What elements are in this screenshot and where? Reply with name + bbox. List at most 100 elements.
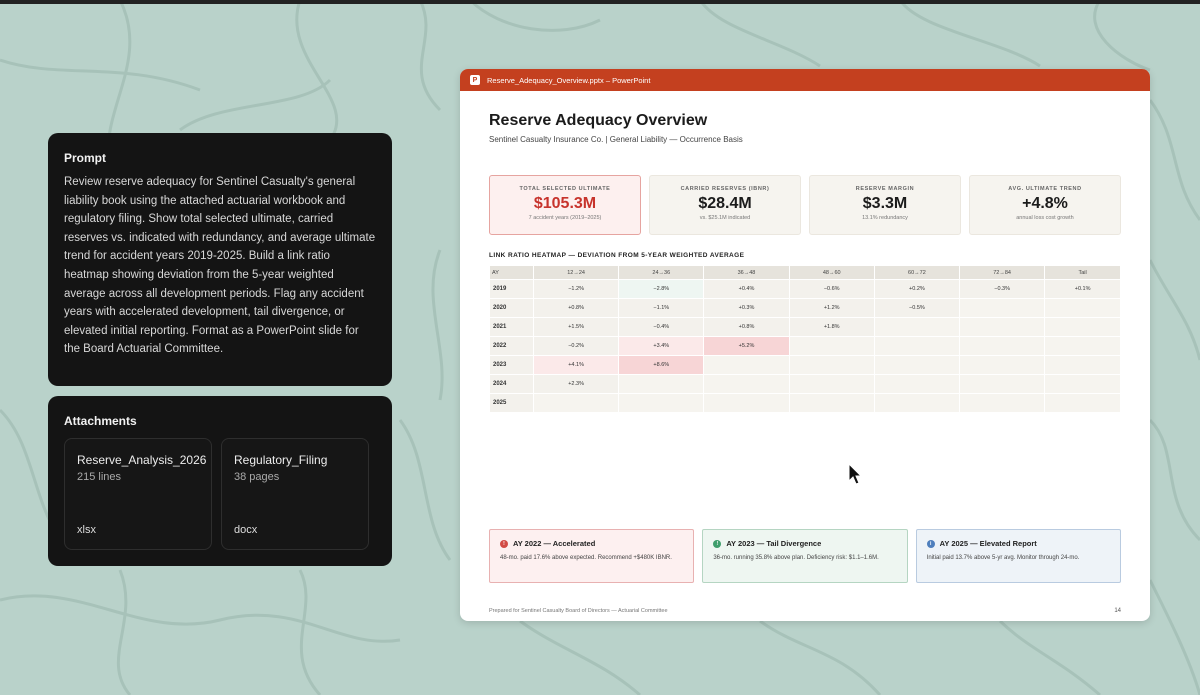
heatmap-cell: −1.2%: [534, 280, 619, 298]
heatmap-row-2020: 2020 +0.8% −1.1% +0.3% +1.2% −0.5%: [490, 299, 1120, 317]
heatmap-cell: [960, 375, 1045, 393]
flag-title: AY 2025 — Elevated Report: [939, 539, 1037, 548]
kpi-label: RESERVE MARGIN: [855, 186, 915, 192]
heatmap-cell: [960, 337, 1045, 355]
attachment-ext: docx: [234, 524, 258, 536]
prompt-title: Prompt: [64, 151, 106, 165]
heatmap-row-2021: 2021 +1.5% −0.4% +0.8% +1.8%: [490, 318, 1120, 336]
heatmap-cell: +1.8%: [789, 318, 874, 336]
heatmap-cell: [960, 356, 1045, 374]
attachment-meta: 215 lines: [77, 471, 122, 483]
heatmap-header: 72→84: [960, 266, 1045, 279]
attachment-card-xlsx[interactable]: Reserve_Analysis_2026 215 lines xlsx: [64, 438, 212, 550]
heatmap-cell: −0.6%: [789, 280, 874, 298]
kpi-label: CARRIED RESERVES (IBNR): [680, 186, 770, 192]
heatmap-cell: [1045, 318, 1120, 336]
kpi-value: $105.3M: [533, 195, 597, 212]
heatmap-row-2025: 2025: [490, 394, 1120, 412]
kpi-value: $28.4M: [698, 195, 752, 212]
heatmap-cell: [874, 337, 960, 355]
flag-ay-2025: i AY 2025 — Elevated Report Initial paid…: [915, 529, 1121, 583]
heatmap-cell: −0.3%: [960, 280, 1045, 298]
slide-title: Reserve Adequacy Overview: [489, 112, 708, 129]
heatmap-cell: [704, 394, 789, 412]
heatmap-cell: [619, 394, 704, 412]
heatmap-cell: [789, 375, 874, 393]
attachment-meta: 38 pages: [234, 471, 280, 483]
powerpoint-icon: P: [470, 75, 480, 85]
heatmap-cell: +8.6%: [619, 356, 704, 374]
window-titlebar[interactable]: P Reserve_Adequacy_Overview.pptx – Power…: [460, 69, 1150, 91]
heatmap-cell: [960, 318, 1045, 336]
heatmap-row-2022: 2022 −0.2% +3.4% +5.2%: [490, 337, 1120, 355]
heatmap-cell: +2.3%: [534, 375, 619, 393]
slide-subtitle: Sentinel Casualty Insurance Co. | Genera…: [489, 135, 743, 144]
heatmap-cell: [874, 356, 960, 374]
kpi-reserve-margin: RESERVE MARGIN $3.3M 13.1% redundancy: [809, 175, 961, 235]
heatmap-header: 48→60: [789, 266, 874, 279]
flag-ay-2023: ! AY 2023 — Tail Divergence 36-mo. runni…: [702, 529, 908, 583]
heatmap-ay: 2022: [490, 337, 533, 355]
alert-icon: !: [713, 539, 722, 548]
heatmap-cell: [874, 318, 960, 336]
heatmap-cell: [789, 394, 874, 412]
flag-title: AY 2023 — Tail Divergence: [726, 539, 822, 548]
heatmap-cell: +0.8%: [534, 299, 619, 317]
heatmap-cell: [619, 375, 704, 393]
heatmap-ay: 2023: [490, 356, 533, 374]
heatmap-header: Tail: [1045, 266, 1120, 279]
heatmap-cell: [789, 337, 874, 355]
heatmap-cell: −0.2%: [534, 337, 619, 355]
heatmap-header: 12→24: [534, 266, 619, 279]
kpi-label: TOTAL SELECTED ULTIMATE: [519, 186, 611, 192]
slide: Reserve Adequacy Overview Sentinel Casua…: [489, 91, 1121, 621]
kpi-total-selected-ultimate: TOTAL SELECTED ULTIMATE $105.3M 7 accide…: [489, 175, 641, 235]
kpi-note: vs. $25.1M indicated: [699, 215, 751, 221]
heatmap-cell: +0.2%: [874, 280, 960, 298]
kpi-row: TOTAL SELECTED ULTIMATE $105.3M 7 accide…: [489, 175, 1121, 235]
heatmap-header: 60→72: [874, 266, 960, 279]
heatmap-header: 36→48: [704, 266, 789, 279]
top-bar: [0, 0, 1200, 4]
heatmap-cell: [874, 375, 960, 393]
heatmap-cell: −0.5%: [874, 299, 960, 317]
page-number: 14: [1114, 608, 1121, 614]
heatmap-row-2024: 2024 +2.3%: [490, 375, 1120, 393]
kpi-carried-reserves: CARRIED RESERVES (IBNR) $28.4M vs. $25.1…: [649, 175, 801, 235]
heatmap-cell: [704, 356, 789, 374]
heatmap-ay: 2025: [490, 394, 533, 412]
slide-footer: Prepared for Sentinel Casualty Board of …: [489, 608, 668, 614]
link-ratio-heatmap: AY 12→24 24→36 36→48 48→60 60→72 72→84 T…: [489, 265, 1121, 413]
kpi-note: 13.1% redundancy: [862, 215, 908, 221]
heatmap-cell: [704, 375, 789, 393]
heatmap-cell: [1045, 375, 1120, 393]
flag-body: Initial paid 13.7% above 5-yr avg. Monit…: [926, 555, 1080, 561]
heatmap-cell: +3.4%: [619, 337, 704, 355]
attachment-card-docx[interactable]: Regulatory_Filing 38 pages docx: [221, 438, 369, 550]
flag-body: 36-mo. running 35.8% above plan. Deficie…: [713, 555, 879, 561]
prompt-panel: Prompt Review reserve adequacy for Senti…: [48, 133, 392, 386]
heatmap-header-row: AY 12→24 24→36 36→48 48→60 60→72 72→84 T…: [490, 266, 1120, 279]
attachment-name: Reserve_Analysis_2026: [77, 453, 207, 467]
heatmap-title: LINK RATIO HEATMAP — DEVIATION FROM 5-YE…: [489, 252, 745, 259]
kpi-label: AVG. ULTIMATE TREND: [1008, 186, 1082, 192]
window-title: Reserve_Adequacy_Overview.pptx – PowerPo…: [487, 75, 651, 85]
heatmap-cell: [960, 394, 1045, 412]
kpi-avg-ultimate-trend: AVG. ULTIMATE TREND +4.8% annual loss co…: [969, 175, 1121, 235]
heatmap-ay: 2024: [490, 375, 533, 393]
heatmap-cell: −0.4%: [619, 318, 704, 336]
heatmap-cell: +1.2%: [789, 299, 874, 317]
heatmap-cell: [789, 356, 874, 374]
heatmap-cell: [1045, 337, 1120, 355]
powerpoint-window: P Reserve_Adequacy_Overview.pptx – Power…: [460, 69, 1150, 621]
heatmap-ay: 2019: [490, 280, 533, 298]
heatmap-cell: +0.3%: [704, 299, 789, 317]
flag-ay-2022: ! AY 2022 — Accelerated 48-mo. paid 17.6…: [489, 529, 695, 583]
heatmap-cell: +1.5%: [534, 318, 619, 336]
heatmap-cell: −2.8%: [619, 280, 704, 298]
attachment-name: Regulatory_Filing: [234, 453, 328, 467]
attachments-title: Attachments: [64, 414, 137, 428]
heatmap-ay: 2021: [490, 318, 533, 336]
kpi-note: annual loss cost growth: [1016, 215, 1074, 221]
heatmap-header: 24→36: [619, 266, 704, 279]
